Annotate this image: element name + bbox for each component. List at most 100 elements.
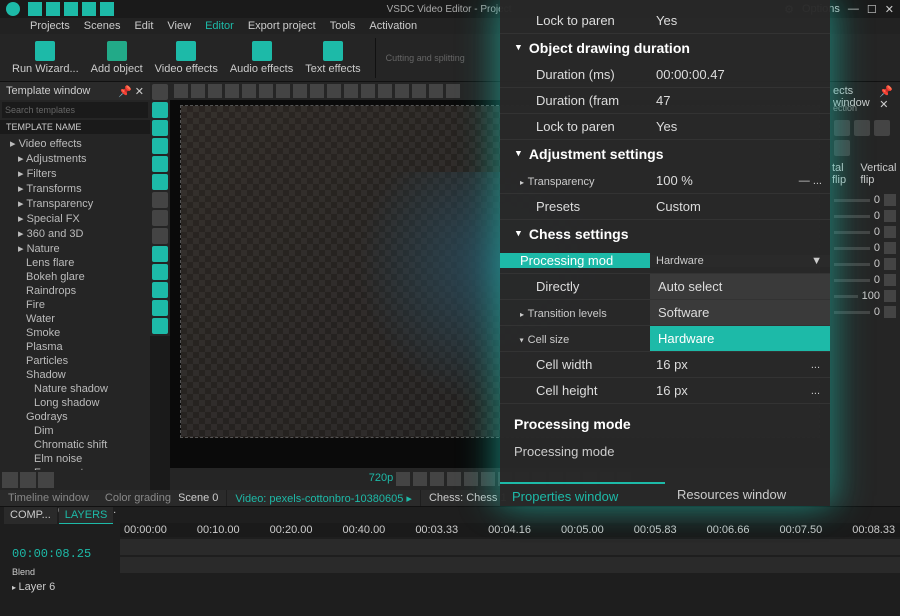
tree-item[interactable]: Nature shadow (2, 382, 148, 396)
pin-icon[interactable]: 📌 ✕ (118, 85, 144, 98)
ruler[interactable]: 00:00:0000:10.0000:20.0000:40.0000:03.33… (120, 523, 900, 537)
text-tool-icon[interactable] (152, 192, 168, 208)
htool-icon[interactable] (293, 84, 307, 98)
more-icon[interactable]: — ... (791, 175, 830, 187)
prop-row[interactable]: Duration (ms)00:00:00.47 (500, 62, 830, 88)
vtool-icon[interactable] (152, 138, 168, 154)
cursor-icon[interactable] (152, 84, 168, 100)
timeline-tracks[interactable]: 00:00:0000:10.0000:20.0000:40.0000:03.33… (0, 523, 900, 583)
minimize-icon[interactable]: — (848, 3, 859, 16)
vtool-icon[interactable] (152, 174, 168, 190)
tab-resources[interactable]: Resources window (665, 482, 830, 506)
prop-row[interactable]: Duration (fram47 (500, 88, 830, 114)
menu-export[interactable]: Export project (248, 20, 316, 32)
flip-icon[interactable] (834, 120, 850, 136)
tree-item[interactable]: Plasma (2, 340, 148, 354)
playback-icon[interactable] (481, 472, 495, 486)
tree-item[interactable]: ▸ Filters (2, 166, 148, 181)
vtool-icon[interactable] (152, 120, 168, 136)
qicon[interactable] (28, 2, 42, 16)
scene-tab[interactable]: Video: pexels-cottonbro-10380605 ▸ (227, 490, 420, 506)
add-icon[interactable] (20, 472, 36, 488)
qicon[interactable] (46, 2, 60, 16)
tree-item[interactable]: Shadow (2, 368, 148, 382)
vtool-icon[interactable] (152, 228, 168, 244)
htool-icon[interactable] (395, 84, 409, 98)
htool-icon[interactable] (276, 84, 290, 98)
vtool-icon[interactable] (152, 246, 168, 262)
audio-effects-button[interactable]: Audio effects (226, 39, 297, 77)
prop-row[interactable]: DirectlyAuto select (500, 274, 830, 300)
tree-item[interactable]: Godrays (2, 410, 148, 424)
tree-item[interactable]: Lens flare (2, 256, 148, 270)
vtool-icon[interactable] (152, 282, 168, 298)
playback-icon[interactable] (447, 472, 461, 486)
tree-item[interactable]: ▸ Nature (2, 241, 148, 256)
tab-comp[interactable]: COMP... (4, 507, 57, 524)
slider[interactable]: 0 (834, 256, 896, 272)
menu-editor[interactable]: Editor (205, 20, 234, 32)
vtool-icon[interactable] (152, 264, 168, 280)
effects-tree[interactable]: ▸ Video effects▸ Adjustments▸ Filters▸ T… (0, 134, 150, 470)
remove-icon[interactable] (38, 472, 54, 488)
tab-colorgrading[interactable]: Color grading (97, 490, 179, 506)
vtool-icon[interactable] (152, 318, 168, 334)
play-icon[interactable] (396, 472, 410, 486)
menu-tools[interactable]: Tools (330, 20, 356, 32)
tree-item[interactable]: ▸ Special FX (2, 211, 148, 226)
tree-item[interactable]: Long shadow (2, 396, 148, 410)
tree-item[interactable]: Water (2, 312, 148, 326)
run-wizard-button[interactable]: Run Wizard... (8, 39, 83, 77)
video-effects-button[interactable]: Video effects (151, 39, 222, 77)
track-row[interactable] (120, 557, 900, 573)
vtool-icon[interactable] (152, 300, 168, 316)
htool-icon[interactable] (344, 84, 358, 98)
prop-processing-mode[interactable]: Processing modHardware▼ (500, 248, 830, 274)
vtool-icon[interactable] (152, 102, 168, 118)
tree-item[interactable]: Dim (2, 424, 148, 438)
qicon[interactable] (100, 2, 114, 16)
slider[interactable]: 0 (834, 192, 896, 208)
prop-row[interactable]: Lock to parenYes (500, 114, 830, 140)
slider[interactable]: 0 (834, 240, 896, 256)
htool-icon[interactable] (361, 84, 375, 98)
htool-icon[interactable] (446, 84, 460, 98)
tab-properties[interactable]: Properties window (500, 482, 665, 506)
htool-icon[interactable] (225, 84, 239, 98)
slider[interactable]: 0 (834, 208, 896, 224)
slider[interactable]: 100 (834, 288, 896, 304)
search-input[interactable]: Search templates (2, 102, 148, 118)
playback-icon[interactable] (464, 472, 478, 486)
htool-icon[interactable] (259, 84, 273, 98)
htool-icon[interactable] (412, 84, 426, 98)
maximize-icon[interactable]: ☐ (867, 3, 877, 16)
prop-row[interactable]: Cell width16 px... (500, 352, 830, 378)
prop-row[interactable]: Lock to paren Yes (500, 8, 830, 34)
htool-icon[interactable] (208, 84, 222, 98)
htool-icon[interactable] (242, 84, 256, 98)
htool-icon[interactable] (310, 84, 324, 98)
htool-icon[interactable] (191, 84, 205, 98)
menu-view[interactable]: View (167, 20, 191, 32)
htool-icon[interactable] (429, 84, 443, 98)
prop-row[interactable]: Cell height16 px... (500, 378, 830, 404)
section-drawing-duration[interactable]: Object drawing duration (500, 34, 830, 62)
htool-icon[interactable] (378, 84, 392, 98)
playback-icon[interactable] (430, 472, 444, 486)
tree-item[interactable]: Fire (2, 298, 148, 312)
vtool-icon[interactable] (152, 156, 168, 172)
slider[interactable]: 0 (834, 304, 896, 320)
htool-icon[interactable] (174, 84, 188, 98)
tree-item[interactable]: ▸ Video effects (2, 136, 148, 151)
prop-row[interactable]: ▸ Cell sizeHardware (500, 326, 830, 352)
add-object-button[interactable]: Add object (87, 39, 147, 77)
rotate-icon[interactable] (834, 140, 850, 156)
playback-icon[interactable] (413, 472, 427, 486)
prop-row[interactable]: ▸ Transition levelsSoftware (500, 300, 830, 326)
menu-activation[interactable]: Activation (369, 20, 417, 32)
section-chess[interactable]: Chess settings (500, 220, 830, 248)
qicon[interactable] (82, 2, 96, 16)
tree-item[interactable]: ▸ 360 and 3D (2, 226, 148, 241)
more-icon[interactable]: ... (801, 359, 830, 371)
qicon[interactable] (64, 2, 78, 16)
